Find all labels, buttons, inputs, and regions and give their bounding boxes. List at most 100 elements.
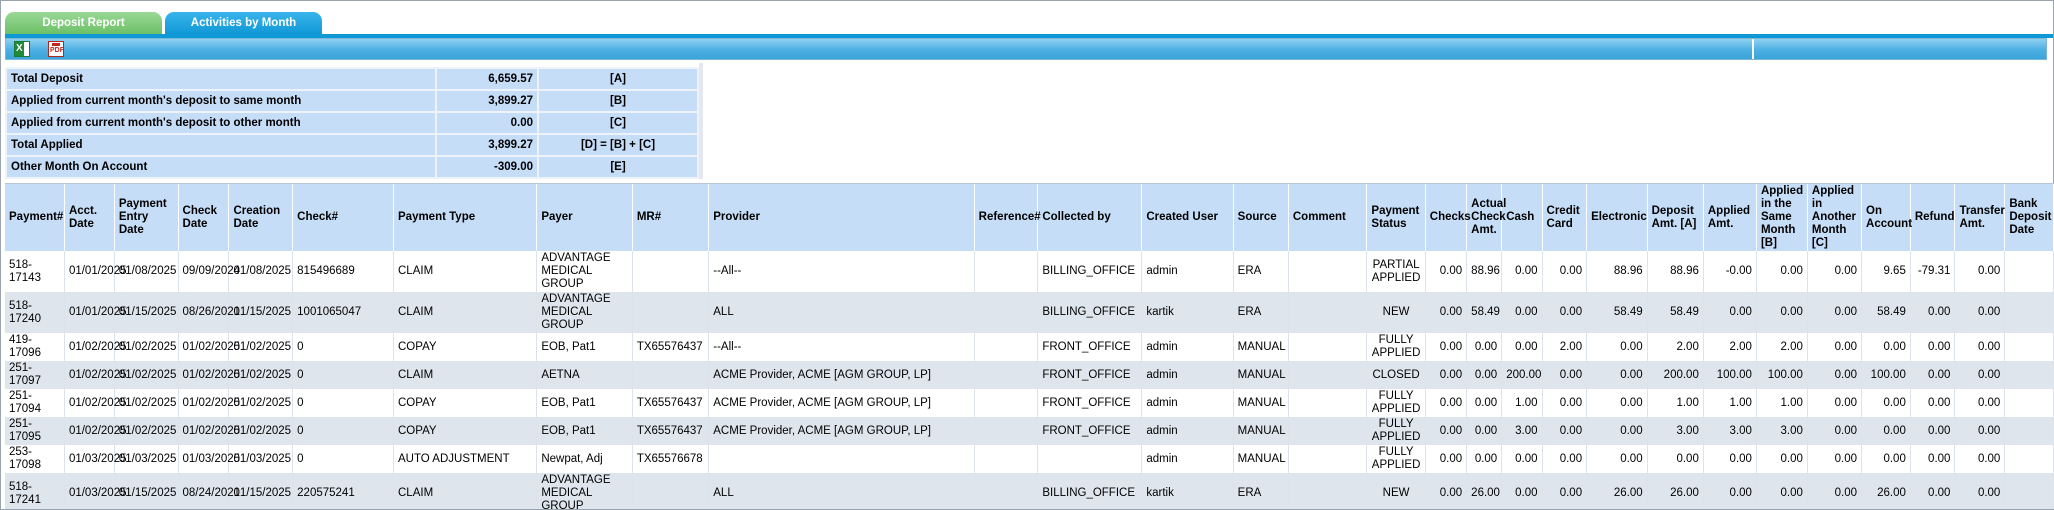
column-header[interactable]: Acct. Date bbox=[64, 184, 115, 251]
table-cell: 0.00 bbox=[1954, 251, 2006, 292]
table-row[interactable]: 518-17241 01/03/2025 01/15/2025 08/24/2021 0… bbox=[5, 473, 2054, 509]
table-cell: 01/02/2025 bbox=[114, 389, 179, 417]
summary-value: 3,899.27 bbox=[437, 135, 537, 155]
table-cell: 0.00 bbox=[1861, 417, 1911, 445]
table-cell: 58.49 bbox=[1861, 292, 1911, 333]
table-cell: 100.00 bbox=[1756, 361, 1808, 389]
table-cell: 01/02/2025 bbox=[114, 361, 179, 389]
table-row[interactable]: 253-17098 01/03/2025 01/03/2025 01/03/2025 0… bbox=[5, 445, 2054, 473]
column-header[interactable]: Bank Deposit Date bbox=[2004, 184, 2054, 251]
column-header[interactable]: Created User bbox=[1141, 184, 1234, 251]
table-cell: 1001065047 bbox=[292, 292, 394, 333]
table-cell: 01/08/2025 bbox=[228, 251, 294, 292]
table-cell: 01/02/2025 bbox=[228, 333, 294, 361]
table-cell: 100.00 bbox=[1703, 361, 1757, 389]
table-cell bbox=[632, 292, 710, 333]
column-header[interactable]: Provider bbox=[708, 184, 975, 251]
column-header[interactable]: Applied in the Same Month [B] bbox=[1756, 184, 1808, 251]
table-row[interactable]: 251-17095 01/02/2025 01/02/2025 01/02/2025 0… bbox=[5, 417, 2054, 445]
excel-export-icon[interactable]: X bbox=[14, 41, 30, 57]
pdf-export-icon[interactable]: PDF bbox=[48, 41, 64, 57]
column-header[interactable]: MR# bbox=[632, 184, 710, 251]
table-cell: BILLING_OFFICE bbox=[1037, 251, 1143, 292]
table-cell: 0.00 bbox=[1542, 473, 1588, 509]
table-cell: 9.65 bbox=[1861, 251, 1911, 292]
table-cell: NEW bbox=[1366, 473, 1426, 509]
table-cell: EOB, Pat1 bbox=[536, 417, 633, 445]
table-row[interactable]: 251-17094 01/02/2025 01/02/2025 01/02/2025 0… bbox=[5, 389, 2054, 417]
column-header[interactable]: Creation Date bbox=[228, 184, 294, 251]
column-header[interactable]: Reference# bbox=[974, 184, 1041, 251]
table-cell bbox=[974, 292, 1039, 333]
table-cell bbox=[2004, 361, 2054, 389]
tab-deposit-report[interactable]: Deposit Report bbox=[5, 12, 162, 34]
table-row[interactable]: 251-17097 01/02/2025 01/02/2025 01/02/2025 0… bbox=[5, 361, 2054, 389]
table-cell: 0.00 bbox=[1542, 292, 1588, 333]
report-tabs: Deposit Report Activities by Month bbox=[5, 12, 322, 34]
table-cell: 0.00 bbox=[1466, 389, 1503, 417]
table-cell: 0.00 bbox=[1861, 333, 1911, 361]
table-cell: 01/15/2025 bbox=[114, 292, 179, 333]
table-cell: 01/02/2025 bbox=[178, 417, 240, 445]
table-cell: 0.00 bbox=[1756, 292, 1808, 333]
table-cell: 0.00 bbox=[1910, 292, 1956, 333]
summary-row: Other Month On Account -309.00 [E] bbox=[7, 157, 697, 177]
table-cell bbox=[974, 333, 1039, 361]
table-cell bbox=[1288, 361, 1368, 389]
column-header[interactable]: Applied Amt. bbox=[1703, 184, 1757, 251]
table-cell: 01/02/2025 bbox=[178, 389, 240, 417]
table-cell bbox=[708, 445, 975, 473]
table-cell: 26.00 bbox=[1647, 473, 1704, 509]
column-header[interactable]: Source bbox=[1233, 184, 1289, 251]
table-cell: 01/02/2025 bbox=[114, 417, 179, 445]
table-cell: 0.00 bbox=[1910, 417, 1956, 445]
summary-row: Total Applied 3,899.27 [D] = [B] + [C] bbox=[7, 135, 697, 155]
column-header[interactable]: Check Date bbox=[178, 184, 230, 251]
column-header[interactable]: Transfer Amt. bbox=[1954, 184, 2006, 251]
summary-label: Total Applied bbox=[7, 135, 435, 155]
column-header[interactable]: Applied in Another Month [C] bbox=[1807, 184, 1863, 251]
table-cell bbox=[1288, 389, 1368, 417]
table-cell: 0.00 bbox=[1954, 417, 2006, 445]
column-header[interactable]: Payment Type bbox=[393, 184, 538, 251]
table-cell: ALL bbox=[708, 473, 975, 509]
column-header[interactable]: Collected by bbox=[1037, 184, 1143, 251]
table-cell: ACME Provider, ACME [AGM GROUP, LP] bbox=[708, 361, 975, 389]
column-header[interactable]: Payer bbox=[536, 184, 633, 251]
table-cell: AETNA bbox=[536, 361, 633, 389]
column-header[interactable]: Checks bbox=[1425, 184, 1471, 251]
table-cell: BILLING_OFFICE bbox=[1037, 292, 1143, 333]
table-cell: ERA bbox=[1233, 292, 1289, 333]
column-header[interactable]: Comment bbox=[1288, 184, 1368, 251]
table-cell: ERA bbox=[1233, 473, 1289, 509]
table-cell: 01/01/2025 bbox=[64, 292, 127, 333]
column-header[interactable]: Cash bbox=[1501, 184, 1543, 251]
table-cell: 0.00 bbox=[1542, 445, 1588, 473]
table-cell: 0.00 bbox=[1954, 333, 2006, 361]
table-cell: 0.00 bbox=[1647, 445, 1704, 473]
column-header[interactable]: Payment Entry Date bbox=[114, 184, 179, 251]
column-header[interactable]: Check# bbox=[292, 184, 394, 251]
column-header[interactable]: Payment# bbox=[5, 184, 65, 251]
table-row[interactable]: 419-17096 01/02/2025 01/02/2025 01/02/2025 0… bbox=[5, 333, 2054, 361]
column-header[interactable]: Payment Status bbox=[1366, 184, 1426, 251]
tab-activities-by-month[interactable]: Activities by Month bbox=[165, 12, 322, 34]
summary-row: Applied from current month's deposit to … bbox=[7, 91, 697, 111]
table-row[interactable]: 518-17143 01/01/2025 01/08/2025 09/09/2024 0… bbox=[5, 251, 2054, 292]
table-cell: MANUAL bbox=[1233, 361, 1289, 389]
table-cell: FULLY APPLIED bbox=[1366, 417, 1426, 445]
table-cell: CLAIM bbox=[393, 361, 538, 389]
table-cell: 0 bbox=[292, 333, 394, 361]
column-header[interactable]: Actual Check Amt. bbox=[1466, 184, 1506, 251]
column-header[interactable]: On Account bbox=[1861, 184, 1912, 251]
table-cell: 01/15/2025 bbox=[228, 292, 294, 333]
column-header[interactable]: Credit Card bbox=[1542, 184, 1588, 251]
column-header[interactable]: Refund bbox=[1910, 184, 1956, 251]
column-header[interactable]: Electronic bbox=[1586, 184, 1648, 251]
table-cell: 0.00 bbox=[1425, 361, 1468, 389]
table-cell: 01/02/2025 bbox=[228, 361, 294, 389]
column-header[interactable]: Deposit Amt. [A] bbox=[1647, 184, 1704, 251]
table-cell: 0.00 bbox=[1861, 389, 1911, 417]
table-cell: 100.00 bbox=[1861, 361, 1911, 389]
table-row[interactable]: 518-17240 01/01/2025 01/15/2025 08/26/2021 0… bbox=[5, 292, 2054, 333]
